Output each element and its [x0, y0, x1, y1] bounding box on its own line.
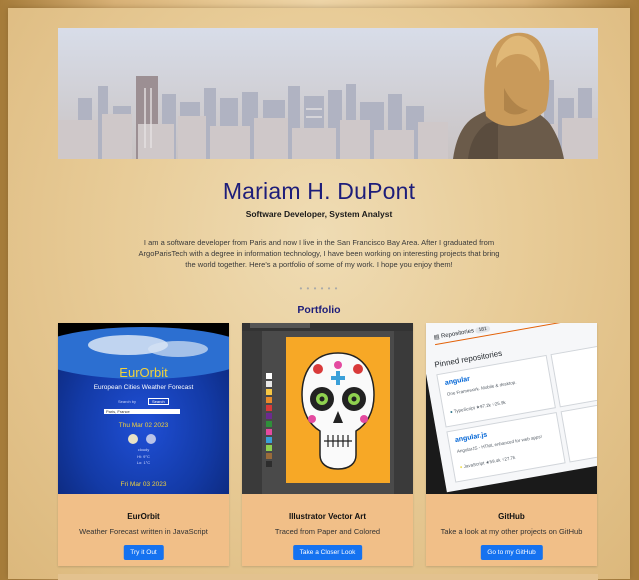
card-title: GitHub: [498, 512, 525, 521]
eurorbit-app-subtitle: European Cities Weather Forecast: [93, 384, 194, 391]
pinned-repo-card[interactable]: [560, 400, 597, 463]
repo-meta: ● TypeScript ★97.2k ⑂25.9k: [450, 400, 507, 416]
go-to-github-button[interactable]: Go to my GitHub: [480, 545, 543, 560]
profile-bio: I am a software developer from Paris and…: [138, 238, 500, 269]
portfolio-heading: Portfolio: [297, 304, 341, 316]
page: Mariam H. DuPont Software Developer, Sys…: [8, 8, 630, 580]
eurorbit-condition: cloudy: [137, 447, 150, 452]
illustrator-screenshot: [242, 323, 413, 494]
github-screenshot: ▤ Repositories 181 Pinned repositories a…: [426, 323, 597, 494]
cloud-icon: [128, 434, 138, 444]
city-skyline-image: [58, 28, 598, 159]
eurorbit-temp-lo: Lo: 1°C: [136, 460, 151, 465]
portfolio-card-illustrator: Illustrator Vector Art Traced from Paper…: [242, 323, 413, 566]
card-title: EurOrbit: [127, 512, 160, 521]
github-page: ▤ Repositories 181 Pinned repositories a…: [426, 323, 597, 493]
moon-icon: [146, 434, 156, 444]
eurorbit-search-button[interactable]: Search: [148, 398, 169, 405]
card-title: Illustrator Vector Art: [288, 512, 367, 521]
profile-name: Mariam H. DuPont: [222, 178, 416, 204]
eurorbit-date-1: Thu Mar 02 2023: [118, 422, 169, 429]
pinned-repo-card[interactable]: [550, 343, 597, 408]
eurorbit-search-input[interactable]: Paris, France: [104, 409, 180, 414]
eurorbit-date-2: Fri Mar 03 2023: [120, 481, 167, 488]
repo-stars: 59.4k: [489, 457, 501, 465]
try-it-out-button[interactable]: Try it Out: [123, 545, 164, 560]
eurorbit-screenshot: EurOrbit European Cities Weather Forecas…: [58, 323, 229, 494]
repo-forks: 25.9k: [494, 399, 507, 407]
card-description: Take a look at my other projects on GitH…: [440, 527, 583, 536]
repo-name[interactable]: angular: [444, 376, 470, 387]
language-dot-icon: ●: [449, 409, 454, 415]
repo-language: JavaScript: [463, 460, 485, 469]
repo-stars: 97.2k: [479, 402, 492, 410]
card-description: Weather Forecast written in JavaScript: [79, 527, 208, 536]
repo-language: TypeScript: [453, 405, 476, 414]
eurorbit-search-label: Search by: [118, 399, 137, 404]
eurorbit-temp-hi: Hi: 9°C: [137, 454, 150, 459]
next-section-edge: [58, 574, 598, 580]
sugar-skull-artwork: [242, 323, 413, 494]
repo-icon: ▤: [433, 334, 441, 342]
portfolio-card-eurorbit: EurOrbit European Cities Weather Forecas…: [58, 323, 229, 566]
eurorbit-app-title: EurOrbit: [119, 365, 168, 380]
card-description: Traced from Paper and Colored: [274, 527, 381, 536]
repo-name[interactable]: angular.js: [454, 431, 487, 444]
hero-banner: [58, 28, 598, 159]
take-a-closer-look-button[interactable]: Take a Closer Look: [292, 545, 363, 560]
section-divider: • • • • • •: [299, 284, 339, 293]
portfolio-card-github: ▤ Repositories 181 Pinned repositories a…: [426, 323, 597, 566]
repo-forks: 27.7k: [503, 454, 516, 462]
repository-count-badge: 181: [475, 325, 491, 334]
profile-subtitle: Software Developer, System Analyst: [245, 209, 393, 219]
repo-meta: ● JavaScript ★59.4k ⑂27.7k: [459, 455, 515, 471]
language-dot-icon: ●: [459, 464, 463, 470]
